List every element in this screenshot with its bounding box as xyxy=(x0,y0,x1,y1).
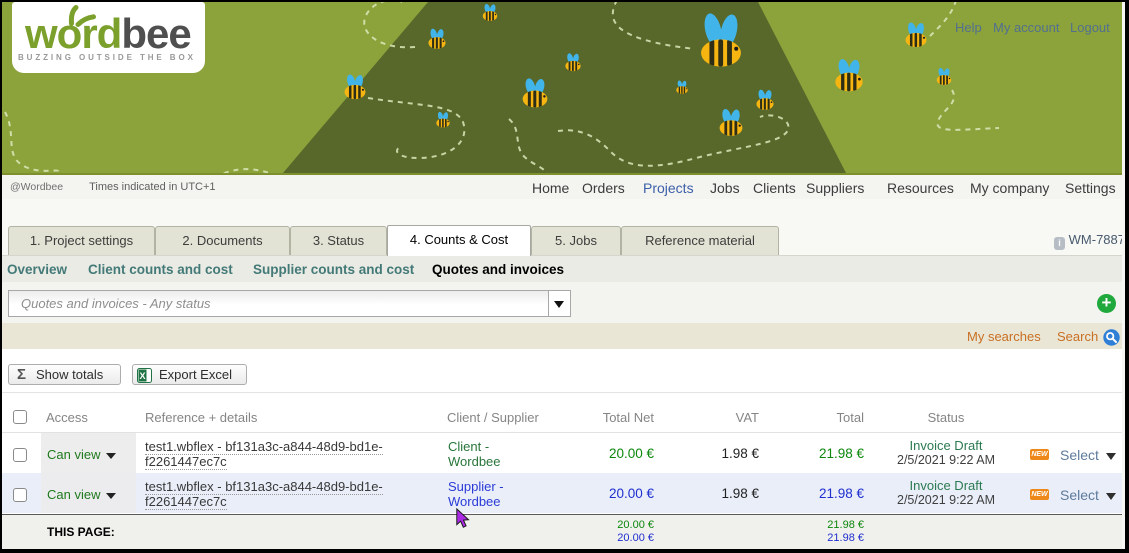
svg-text:X: X xyxy=(139,371,145,381)
